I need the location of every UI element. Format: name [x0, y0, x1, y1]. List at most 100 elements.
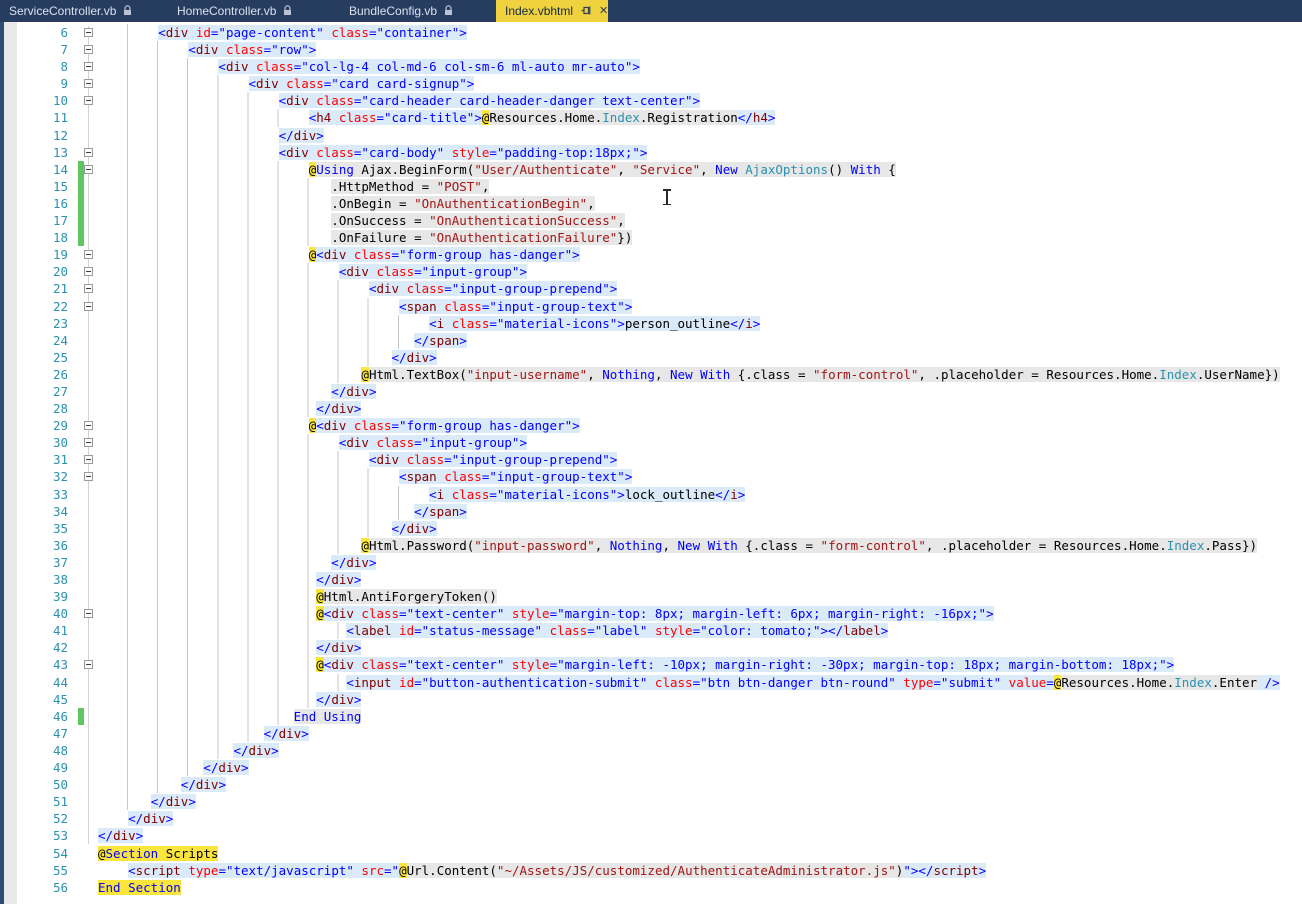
pin-icon[interactable] [581, 1, 592, 23]
code-line[interactable]: 41 <label id="status-message" class="lab… [0, 622, 1302, 640]
fold-toggle-icon[interactable] [84, 28, 93, 37]
code-editor[interactable]: 6 <div id="page-content" class="containe… [0, 22, 1302, 904]
code-line[interactable]: 52 </div> [0, 810, 1302, 827]
code-token: class [278, 76, 324, 92]
tab-index-vbhtml[interactable]: Index.vbhtml ✕ [496, 0, 608, 22]
code-line[interactable]: 38 </div> [0, 571, 1302, 589]
line-number: 53 [52, 828, 68, 844]
code-line[interactable]: 51 </div> [0, 793, 1302, 811]
fold-toggle-icon[interactable] [84, 250, 93, 260]
fold-toggle-icon[interactable] [84, 45, 93, 55]
code-line[interactable]: 39 @Html.AntiForgeryToken() [0, 588, 1302, 606]
code-token: Index [1159, 366, 1197, 382]
code-line[interactable]: 14 @Using Ajax.BeginForm("User/Authentic… [0, 160, 1302, 178]
code-token: div [256, 76, 279, 92]
code-line[interactable]: 27 </div> [0, 382, 1302, 401]
indent-guides [98, 194, 329, 213]
code-line[interactable]: 44 <input id="button-authentication-subm… [0, 673, 1302, 691]
code-line[interactable]: 43 @<div class="text-center" style="marg… [0, 656, 1302, 674]
code-line[interactable]: 48 </div> [0, 741, 1302, 760]
code-line[interactable]: 34 </span> [0, 502, 1302, 520]
fold-toggle-icon[interactable] [84, 62, 93, 72]
fold-toggle-icon[interactable] [84, 284, 93, 294]
code-line[interactable]: 42 </div> [0, 639, 1302, 657]
code-line[interactable]: 30 <div class="input-group"> [0, 434, 1302, 452]
code-line[interactable]: 47 </div> [0, 724, 1302, 742]
code-line[interactable]: 19 @<div class="form-group has-danger"> [0, 246, 1302, 264]
code-line[interactable]: 9 <div class="card card-signup"> [0, 75, 1302, 93]
code-line[interactable]: 31 <div class="input-group-prepend"> [0, 451, 1302, 469]
code-token: > [459, 503, 467, 519]
fold-toggle-icon[interactable] [84, 267, 93, 277]
code-line[interactable]: 53 </div> [0, 827, 1302, 844]
code-line[interactable]: 46 End Using [0, 707, 1302, 725]
code-line[interactable]: 11 <h4 class="card-title">@Resources.Hom… [0, 109, 1302, 127]
code-line[interactable]: 8 <div class="col-lg-4 col-md-6 col-sm-6… [0, 58, 1302, 76]
fold-toggle-icon[interactable] [84, 438, 93, 448]
code-line[interactable]: 20 <div class="input-group"> [0, 263, 1302, 281]
code-line[interactable]: 13 <div class="card-body" style="padding… [0, 143, 1302, 161]
tab-homecontroller[interactable]: HomeController.vb [168, 0, 326, 22]
fold-toggle-icon[interactable] [84, 472, 93, 482]
indent-guides [98, 673, 344, 691]
code-line[interactable]: 24 </span> [0, 331, 1302, 349]
code-line[interactable]: 32 <span class="input-group-text"> [0, 468, 1302, 486]
code-token: div [286, 144, 309, 160]
code-line[interactable]: 10 <div class="card-header card-header-d… [0, 92, 1302, 110]
code-line[interactable]: 40 @<div class="text-center" style="marg… [0, 605, 1302, 623]
fold-toggle-icon[interactable] [84, 164, 93, 174]
tab-servicecontroller[interactable]: ServiceController.vb [0, 0, 160, 22]
code-line[interactable]: 49 </div> [0, 759, 1302, 777]
fold-toggle-icon[interactable] [84, 455, 93, 465]
code-line[interactable]: 16 .OnBegin = "OnAuthenticationBegin", [0, 194, 1302, 213]
fold-toggle-icon[interactable] [84, 79, 93, 89]
fold-toggle-icon[interactable] [84, 421, 93, 431]
code-token: class [308, 144, 354, 160]
code-line[interactable]: 56 End Section [0, 879, 1302, 896]
code-line[interactable]: 18 .OnFailure = "OnAuthenticationFailure… [0, 229, 1302, 247]
code-line[interactable]: 23 <i class="material-icons">person_outl… [0, 314, 1302, 332]
code-line[interactable]: 25 </div> [0, 348, 1302, 366]
code-token: , [617, 213, 625, 229]
code-line[interactable]: 21 <div class="input-group-prepend"> [0, 280, 1302, 298]
ibeam-cursor-icon [663, 189, 670, 205]
code-line[interactable]: 28 </div> [0, 400, 1302, 418]
fold-toggle-icon[interactable] [84, 301, 93, 311]
close-icon[interactable]: ✕ [599, 5, 608, 17]
code-token: ="col-lg-4 col-md-6 col-sm-6 ml-auto mr-… [293, 59, 633, 75]
code-line[interactable]: 45 </div> [0, 690, 1302, 708]
code-line[interactable]: 35 </div> [0, 519, 1302, 537]
line-number: 46 [52, 708, 68, 724]
line-number: 22 [52, 298, 68, 314]
code-line[interactable]: 29 @<div class="form-group has-danger"> [0, 417, 1302, 435]
code-line[interactable]: 33 <i class="material-icons">lock_outlin… [0, 485, 1302, 503]
indent-guides [98, 639, 314, 657]
code-line[interactable]: 6 <div id="page-content" class="containe… [0, 24, 1302, 42]
code-line[interactable]: 55 <script type="text/javascript" src="@… [0, 862, 1302, 879]
fold-toggle-icon[interactable] [84, 96, 93, 106]
fold-toggle-icon[interactable] [84, 147, 93, 157]
tab-bundleconfig[interactable]: BundleConfig.vb [340, 0, 488, 22]
code-line[interactable]: 50 </div> [0, 776, 1302, 794]
lock-icon [123, 1, 132, 23]
fold-toggle-icon[interactable] [84, 660, 93, 670]
code-line[interactable]: 26 @Html.TextBox("input-username", Nothi… [0, 365, 1302, 383]
code-line[interactable]: 54 @Section Scripts [0, 845, 1302, 862]
code-token: </ [150, 794, 166, 810]
code-token: class [542, 623, 588, 639]
code-line[interactable]: 17 .OnSuccess = "OnAuthenticationSuccess… [0, 212, 1302, 230]
code-line[interactable]: 22 <span class="input-group-text"> [0, 297, 1302, 315]
code-token: </ [316, 691, 332, 707]
code-token: Index [1174, 674, 1212, 690]
code-token: </ [331, 554, 347, 570]
code-line[interactable]: 15 .HttpMethod = "POST", [0, 177, 1302, 195]
code-token: "OnAuthenticationSuccess" [429, 213, 618, 229]
fold-toggle-icon[interactable] [84, 609, 93, 619]
code-line[interactable]: 7 <div class="row"> [0, 41, 1302, 59]
line-number: 18 [52, 230, 68, 246]
indent-guides [98, 741, 231, 760]
code-line[interactable]: 36 @Html.Password("input-password", Noth… [0, 536, 1302, 554]
indent-guides [98, 588, 314, 606]
code-line[interactable]: 37 </div> [0, 553, 1302, 571]
code-line[interactable]: 12 </div> [0, 126, 1302, 144]
